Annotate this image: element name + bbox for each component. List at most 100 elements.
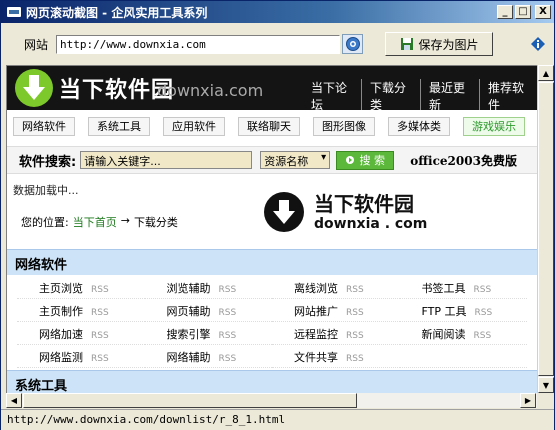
- rss-link[interactable]: RSS: [474, 331, 492, 341]
- loading-text: 数据加载中...: [13, 184, 79, 197]
- grid-cell[interactable]: 网站推广 RSS: [272, 299, 400, 322]
- logo-icon[interactable]: [15, 69, 53, 107]
- search-type-select[interactable]: 资源名称: [260, 151, 331, 169]
- breadcrumb: 您的位置: 当下首页 → 下载分类: [21, 214, 178, 230]
- web-viewport[interactable]: 当下软件园 downxia.com 当下论坛 下载分类 最近更新 推荐软件 网络…: [6, 65, 537, 393]
- grid-cell-label[interactable]: FTP 工具: [422, 305, 467, 318]
- title-bar[interactable]: 网页滚动截图 - 企风实用工具系列 _ □ X: [1, 1, 554, 23]
- rss-link[interactable]: RSS: [219, 354, 237, 364]
- scroll-down-button[interactable]: ▼: [538, 377, 554, 393]
- grid-cell-label[interactable]: 远程监控: [294, 328, 338, 341]
- vertical-scroll-thumb[interactable]: [538, 82, 554, 376]
- category-system[interactable]: 系统工具: [88, 116, 150, 136]
- category-multimedia[interactable]: 多媒体类: [388, 116, 450, 136]
- nav-link-categories[interactable]: 下载分类: [362, 79, 421, 113]
- category-network[interactable]: 网络软件: [13, 116, 75, 136]
- site-logo-domain: downxia.com: [157, 81, 264, 100]
- scroll-right-button[interactable]: ▶: [520, 393, 536, 408]
- grid-cell[interactable]: 新闻阅读 RSS: [399, 322, 527, 345]
- grid-cell-label[interactable]: 网页辅助: [167, 305, 211, 318]
- grid-cell-label[interactable]: 新闻阅读: [422, 328, 466, 341]
- go-button[interactable]: [342, 34, 364, 54]
- grid-cell[interactable]: 网页辅助 RSS: [144, 299, 272, 322]
- horizontal-scroll-thumb[interactable]: [23, 393, 357, 408]
- rss-link[interactable]: RSS: [346, 285, 364, 295]
- grid-cell-label[interactable]: 主页制作: [39, 305, 83, 318]
- rss-link[interactable]: RSS: [219, 331, 237, 341]
- grid-cell-label[interactable]: 浏览辅助: [167, 282, 211, 295]
- grid-cell[interactable]: 主页浏览 RSS: [17, 276, 145, 299]
- scroll-left-button[interactable]: ◀: [6, 393, 22, 408]
- rss-link[interactable]: RSS: [346, 331, 364, 341]
- grid-cell-label[interactable]: 网站推广: [294, 305, 338, 318]
- grid-cell-label[interactable]: 网络监测: [39, 351, 83, 364]
- breadcrumb-prefix: 您的位置:: [21, 216, 69, 229]
- search-bar: 软件搜索: 请输入关键字... 资源名称 搜 索 office2003免费版: [7, 146, 537, 174]
- grid-cell[interactable]: 网络监测 RSS: [17, 345, 145, 368]
- search-label: 软件搜索:: [19, 154, 77, 170]
- nav-link-recent[interactable]: 最近更新: [421, 79, 480, 113]
- category-games[interactable]: 游戏娱乐: [463, 116, 525, 136]
- save-icon: [400, 38, 413, 50]
- grid-cell-label[interactable]: 离线浏览: [294, 282, 338, 295]
- site-nav: 当下论坛 下载分类 最近更新 推荐软件: [303, 79, 537, 113]
- grid-cell[interactable]: 搜索引擎 RSS: [144, 322, 272, 345]
- grid-cell[interactable]: 网络辅助 RSS: [144, 345, 272, 368]
- nav-link-recommend[interactable]: 推荐软件: [480, 79, 537, 113]
- rss-link[interactable]: RSS: [91, 285, 109, 295]
- grid-cell[interactable]: 书签工具 RSS: [399, 276, 527, 299]
- rss-link[interactable]: RSS: [91, 331, 109, 341]
- save-image-button[interactable]: 保存为图片: [385, 32, 494, 56]
- grid-cell[interactable]: 网络加速 RSS: [17, 322, 145, 345]
- grid-cell[interactable]: 主页制作 RSS: [17, 299, 145, 322]
- grid-cell[interactable]: 远程监控 RSS: [272, 322, 400, 345]
- rss-link[interactable]: RSS: [474, 285, 492, 295]
- section-header-system: 系统工具: [7, 370, 537, 393]
- search-icon: [346, 156, 355, 164]
- grid-cell-label[interactable]: 主页浏览: [39, 282, 83, 295]
- url-input[interactable]: http://www.downxia.com: [56, 34, 341, 54]
- grid-cell-label[interactable]: 搜索引擎: [167, 328, 211, 341]
- rss-link[interactable]: RSS: [219, 308, 237, 318]
- rss-link[interactable]: RSS: [219, 285, 237, 295]
- grid-cell-label[interactable]: 网络加速: [39, 328, 83, 341]
- breadcrumb-home[interactable]: 当下首页: [73, 214, 117, 230]
- grid-cell-empty: [399, 345, 527, 368]
- grid-cell[interactable]: 离线浏览 RSS: [272, 276, 400, 299]
- promo-link[interactable]: office2003免费版: [410, 152, 517, 169]
- grid-cell[interactable]: FTP 工具 RSS: [399, 299, 527, 322]
- breadcrumb-arrow: →: [120, 214, 130, 227]
- nav-link-forum[interactable]: 当下论坛: [303, 79, 362, 113]
- rss-link[interactable]: RSS: [474, 308, 492, 318]
- scroll-up-button[interactable]: ▲: [538, 65, 554, 81]
- rss-link[interactable]: RSS: [91, 354, 109, 364]
- maximize-button[interactable]: □: [515, 5, 531, 19]
- grid-cell-label[interactable]: 网络辅助: [167, 351, 211, 364]
- rss-link[interactable]: RSS: [91, 308, 109, 318]
- category-apps[interactable]: 应用软件: [163, 116, 225, 136]
- vertical-scrollbar[interactable]: ▲ ▼: [537, 65, 554, 393]
- subcategory-grid: 主页浏览 RSS 浏览辅助 RSS 离线浏览 RSS 书签工具 RSS 主页制作 RSS …: [17, 276, 527, 368]
- window-title: 网页滚动截图 - 企风实用工具系列: [26, 5, 208, 20]
- rss-link[interactable]: RSS: [346, 308, 364, 318]
- info-icon[interactable]: [531, 37, 546, 51]
- category-graphics[interactable]: 图形图像: [313, 116, 375, 136]
- grid-cell[interactable]: 文件共享 RSS: [272, 345, 400, 368]
- grid-cell-label[interactable]: 文件共享: [294, 351, 338, 364]
- search-input[interactable]: 请输入关键字...: [80, 151, 253, 169]
- toolbar: 网站 http://www.downxia.com 保存为图片: [1, 23, 554, 65]
- horizontal-scrollbar[interactable]: ◀ ▶: [6, 393, 537, 408]
- status-bar: http://www.downxia.com/downlist/r_8_1.ht…: [1, 409, 554, 430]
- rss-link[interactable]: RSS: [346, 354, 364, 364]
- grid-cell[interactable]: 浏览辅助 RSS: [144, 276, 272, 299]
- grid-row: 主页浏览 RSS 浏览辅助 RSS 离线浏览 RSS 书签工具 RSS: [17, 276, 527, 299]
- grid-cell-label[interactable]: 书签工具: [422, 282, 466, 295]
- grid-row: 主页制作 RSS 网页辅助 RSS 网站推广 RSS FTP 工具 RSS: [17, 299, 527, 322]
- watermark-logo: 当下软件园 downxia . com: [264, 184, 439, 240]
- search-button[interactable]: 搜 索: [336, 150, 395, 170]
- category-chat[interactable]: 联络聊天: [238, 116, 300, 136]
- watermark-icon: [264, 192, 304, 232]
- minimize-button[interactable]: _: [497, 5, 513, 19]
- close-button[interactable]: X: [535, 5, 551, 19]
- site-header: 当下软件园 downxia.com 当下论坛 下载分类 最近更新 推荐软件: [7, 66, 537, 113]
